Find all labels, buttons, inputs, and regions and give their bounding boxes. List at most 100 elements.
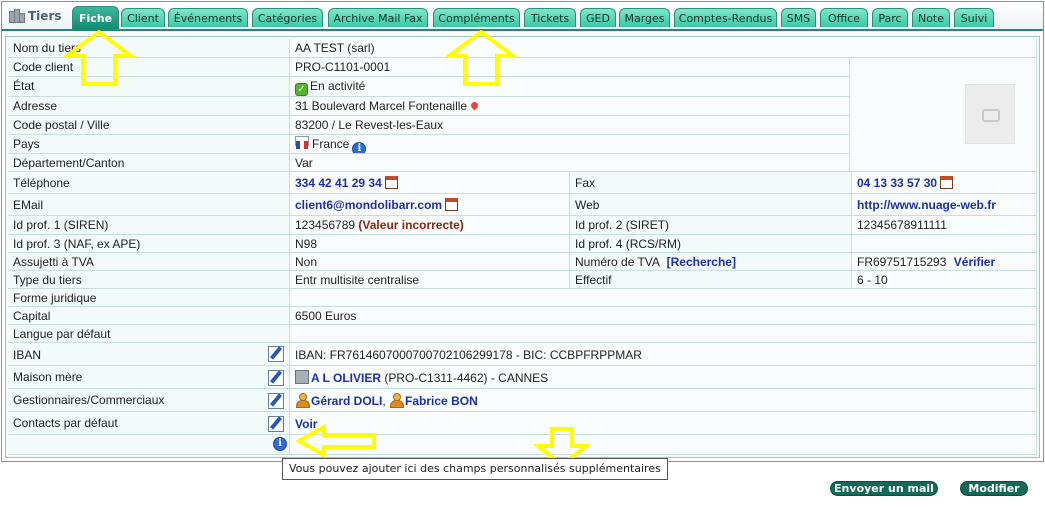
value-forme-juridique — [290, 289, 1037, 307]
tab-office[interactable]: Office — [820, 8, 868, 27]
label-assujetti-tva: Assujetti à TVA — [8, 253, 290, 271]
tab-ged[interactable]: GED — [580, 8, 616, 27]
edit-icon[interactable] — [268, 416, 284, 432]
extra-fields-value — [290, 435, 1037, 455]
label-web: Web — [570, 194, 852, 216]
tab-evenements[interactable]: Événements — [168, 8, 248, 27]
gestionnaire-2-link[interactable]: Fabrice BON — [405, 394, 478, 408]
label-naf: Id prof. 3 (NAF, ex APE) — [8, 235, 290, 253]
label-pays: Pays — [8, 135, 290, 154]
label-capital: Capital — [8, 307, 290, 325]
gestionnaire-1-link[interactable]: Gérard DOLI — [311, 394, 382, 408]
label-email: EMail — [8, 194, 290, 216]
siren-text: 123456789 — [295, 218, 356, 232]
tab-categories[interactable]: Catégories — [252, 8, 323, 27]
calendar-icon[interactable] — [445, 198, 459, 211]
label-code-client: Code client — [8, 58, 290, 77]
photo-cell — [850, 58, 1037, 172]
info-icon[interactable]: i — [273, 437, 287, 451]
tab-sms[interactable]: SMS — [781, 8, 816, 27]
france-flag-icon — [295, 136, 309, 149]
edit-icon[interactable] — [268, 370, 284, 386]
label-nom: Nom du tiers — [8, 39, 290, 58]
value-langue — [290, 325, 1037, 343]
value-pays: France i — [290, 135, 850, 154]
map-pin-icon[interactable] — [469, 100, 480, 111]
label-contacts: Contacts par défaut — [8, 412, 290, 435]
iban-label: IBAN — [13, 348, 42, 362]
user-icon — [295, 393, 310, 408]
building-icon — [295, 370, 309, 384]
tab-marges[interactable]: Marges — [619, 8, 670, 27]
label-forme-juridique: Forme juridique — [8, 289, 290, 307]
tab-comptes-rendus[interactable]: Comptes-Rendus — [674, 8, 777, 27]
label-maison-mere: Maison mère — [8, 366, 290, 389]
label-adresse: Adresse — [8, 97, 290, 116]
label-cp-ville: Code postal / Ville — [8, 116, 290, 135]
tab-suivi[interactable]: Suivi — [954, 8, 994, 27]
module-title: Tiers — [9, 7, 62, 25]
label-etat: État — [8, 77, 290, 97]
tiers-card: Tiers Fiche Client Événements Catégories… — [1, 1, 1044, 462]
edit-icon[interactable] — [268, 346, 284, 362]
tab-bar: Tiers Fiche Client Événements Catégories… — [2, 2, 1043, 31]
edit-icon[interactable] — [268, 393, 284, 409]
label-type-tiers: Type du tiers — [8, 271, 290, 289]
annotation-arrow-up-icon — [63, 30, 135, 86]
label-telephone: Téléphone — [8, 172, 290, 194]
label-rcs: Id prof. 4 (RCS/RM) — [570, 235, 852, 253]
value-web: http://www.nuage-web.fr — [852, 194, 1037, 216]
email-link[interactable]: client6@mondolibarr.com — [295, 198, 442, 212]
calendar-icon[interactable] — [384, 176, 398, 189]
fax-link[interactable]: 04 13 33 57 30 — [857, 176, 937, 190]
value-contacts: Voir — [290, 412, 1037, 435]
label-siret: Id prof. 2 (SIRET) — [570, 216, 852, 235]
value-naf: N98 — [290, 235, 570, 253]
maison-mere-link[interactable]: A L OLIVIER — [311, 371, 381, 385]
info-icon[interactable]: i — [352, 142, 367, 153]
label-langue: Langue par défaut — [8, 325, 290, 343]
tab-fiche[interactable]: Fiche — [72, 6, 119, 29]
value-capital: 6500 Euros — [290, 307, 1037, 325]
tab-parc[interactable]: Parc — [872, 8, 908, 27]
numero-tva-text: FR69751715293 — [857, 255, 947, 269]
check-icon: ✓ — [295, 83, 308, 96]
annotation-arrow-up-icon — [445, 30, 517, 86]
value-code-client: PRO-C1101-0001 — [290, 58, 850, 77]
value-effectif: 6 - 10 — [852, 271, 1037, 289]
adresse-text: 31 Boulevard Marcel Fontenaille — [295, 99, 468, 113]
recherche-link[interactable]: [Recherche] — [667, 255, 736, 269]
gestionnaires-label: Gestionnaires/Commerciaux — [13, 393, 165, 407]
verifier-link[interactable]: Vérifier — [954, 255, 995, 269]
tab-tickets[interactable]: Tickets — [524, 8, 576, 27]
value-numero-tva: FR69751715293 Vérifier — [852, 253, 1037, 271]
label-siren: Id prof. 1 (SIREN) — [8, 216, 290, 235]
module-title-label: Tiers — [28, 9, 62, 23]
tab-archive-mail-fax[interactable]: Archive Mail Fax — [328, 8, 428, 27]
telephone-link[interactable]: 334 42 41 29 34 — [295, 176, 382, 190]
building-icon — [9, 9, 25, 23]
etat-text: En activité — [310, 79, 366, 93]
fiche-panel: Nom du tiers AA TEST (sarl) Code client … — [5, 36, 1040, 458]
maison-mere-label: Maison mère — [13, 370, 83, 384]
photo-placeholder-icon[interactable] — [965, 84, 1015, 144]
gestionnaire-separator: , — [382, 394, 386, 408]
web-link[interactable]: http://www.nuage-web.fr — [857, 198, 996, 212]
value-telephone: 334 42 41 29 34 — [290, 172, 570, 194]
value-assujetti-tva: Non — [290, 253, 570, 271]
label-iban: IBAN — [8, 343, 290, 366]
user-icon — [389, 393, 405, 408]
contacts-label: Contacts par défaut — [13, 416, 118, 430]
modify-button[interactable]: Modifier — [960, 481, 1028, 496]
value-etat: ✓ En activité — [290, 77, 850, 97]
value-type-tiers: Entr multisite centralise — [290, 271, 570, 289]
label-fax: Fax — [570, 172, 852, 194]
tab-client[interactable]: Client — [121, 8, 165, 27]
label-gestionnaires: Gestionnaires/Commerciaux — [8, 389, 290, 412]
tab-note[interactable]: Note — [912, 8, 950, 27]
value-iban: IBAN: FR7614607000700702106299178 - BIC:… — [290, 343, 1037, 366]
label-numero-tva: Numéro de TVA [Recherche] — [570, 253, 852, 271]
send-mail-button[interactable]: Envoyer un mail — [830, 481, 938, 496]
tab-complements[interactable]: Compléments — [433, 8, 520, 27]
calendar-icon[interactable] — [940, 176, 954, 189]
